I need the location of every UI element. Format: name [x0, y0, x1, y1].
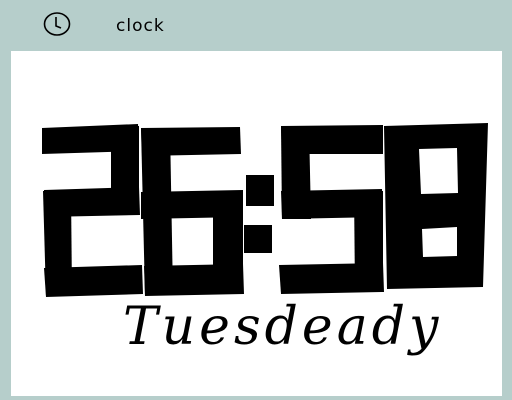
digit-hours-tens	[42, 124, 143, 297]
digit-minutes-tens	[279, 125, 384, 294]
title-bar: clock	[0, 0, 512, 50]
digit-minutes-ones	[384, 123, 488, 289]
clock-face: 26:58 Tuesdeady	[11, 51, 502, 396]
day-label: Tuesdeady	[123, 297, 443, 357]
digit-hours-ones	[141, 127, 244, 296]
time-separator	[244, 175, 274, 253]
window-title: clock	[116, 16, 165, 36]
clock-icon[interactable]	[43, 11, 71, 37]
